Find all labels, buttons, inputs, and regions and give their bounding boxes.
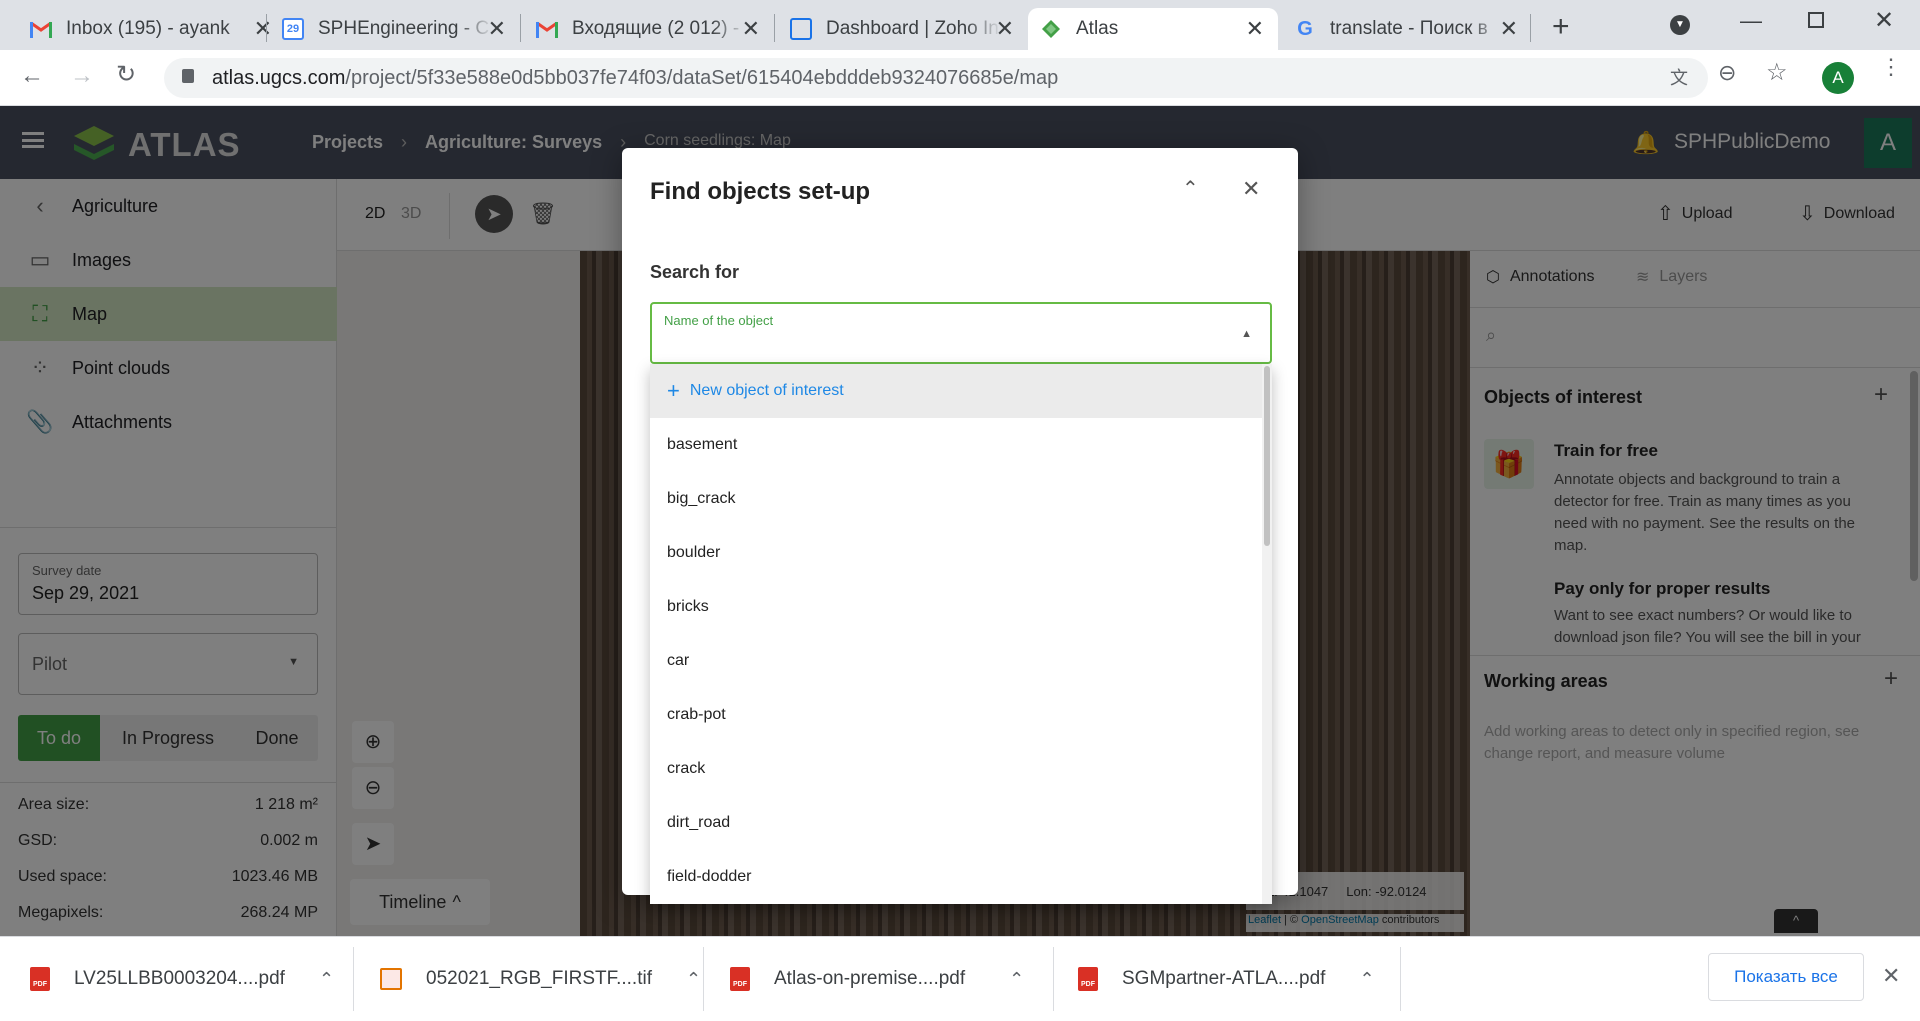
close-tab-icon[interactable]: ✕ — [1246, 16, 1264, 42]
image-file-icon — [380, 968, 402, 990]
pdf-file-icon: PDF — [30, 967, 50, 991]
downloads-shelf: PDF LV25LLBB0003204....pdf ⌃ 052021_RGB_FI… — [0, 936, 1920, 1020]
browser-tab[interactable]: Dashboard | Zoho In ✕ — [778, 8, 1028, 50]
chevron-up-icon[interactable]: ⌃ — [686, 969, 701, 990]
forward-icon[interactable]: → — [70, 62, 94, 90]
pdf-file-icon: PDF — [1078, 967, 1098, 991]
object-option[interactable]: field-dodder — [650, 850, 1262, 904]
download-item[interactable]: 052021_RGB_FIRSTF....tif ⌃ — [380, 937, 701, 1021]
bookmark-star-icon[interactable]: ☆ — [1766, 58, 1788, 87]
tab-search-icon[interactable]: ▼ — [1670, 15, 1690, 35]
gmail-icon — [30, 18, 52, 40]
restore-icon[interactable] — [1808, 12, 1824, 28]
menu-kebab-icon[interactable]: ⋮ — [1880, 56, 1902, 78]
atlas-icon — [1040, 18, 1062, 40]
object-option[interactable]: boulder — [650, 526, 1262, 580]
url-host: atlas.ugcs.com — [212, 66, 346, 89]
lock-icon — [182, 69, 194, 83]
search-for-label: Search for — [650, 262, 740, 282]
browser-tab[interactable]: 29 SPHEngineering - C ✕ — [270, 8, 520, 50]
pdf-file-icon: PDF — [730, 967, 750, 991]
calendar-icon: 29 — [282, 18, 304, 40]
dropdown-scrollbar-track — [1262, 364, 1272, 904]
browser-tab[interactable]: Входящие (2 012) - ✕ — [524, 8, 774, 50]
tab-title: Atlas — [1076, 18, 1119, 39]
object-name-label: Name of the object — [664, 313, 774, 328]
object-option[interactable]: bricks — [650, 580, 1262, 634]
url-path: /project/5f33e588e0d5bb037fe74f03/dataSe… — [345, 66, 1059, 89]
object-dropdown-menu: + New object of interest basement big_cra… — [650, 364, 1272, 904]
close-tab-icon[interactable]: ✕ — [996, 16, 1014, 42]
chevron-up-icon[interactable]: ⌃ — [1009, 969, 1024, 990]
collapse-chevron-icon[interactable]: ⌃ — [1182, 176, 1199, 201]
object-option[interactable]: big_crack — [650, 472, 1262, 526]
close-shelf-icon[interactable]: ✕ — [1882, 963, 1900, 989]
dropdown-scrollbar-thumb[interactable] — [1264, 366, 1270, 546]
close-icon[interactable]: ✕ — [1242, 176, 1260, 202]
show-all-downloads-button[interactable]: Показать все — [1708, 953, 1864, 1001]
new-tab-icon[interactable]: + — [1552, 10, 1570, 44]
object-option[interactable]: crack — [650, 742, 1262, 796]
zoho-icon — [790, 18, 812, 40]
object-name-select[interactable]: Name of the object ▲ — [650, 302, 1272, 364]
dropdown-up-arrow-icon: ▲ — [1241, 328, 1252, 340]
object-option[interactable]: basement — [650, 418, 1262, 472]
object-option[interactable]: crab-pot — [650, 688, 1262, 742]
reload-icon[interactable]: ↻ — [116, 60, 136, 89]
close-tab-icon[interactable]: ✕ — [1500, 16, 1518, 42]
browser-tab[interactable]: G translate - Поиск в ✕ — [1282, 8, 1532, 50]
minimize-icon[interactable]: — — [1740, 8, 1762, 34]
tab-title: translate - Поиск в — [1330, 18, 1488, 39]
browser-tab-active[interactable]: Atlas ✕ — [1028, 8, 1278, 50]
tab-title: Inbox (195) - ayank — [66, 18, 230, 39]
tab-title: SPHEngineering - C — [318, 18, 490, 39]
browser-tab[interactable]: Inbox (195) - ayank ✕ — [18, 8, 286, 50]
profile-avatar[interactable]: A — [1822, 62, 1854, 94]
url-field[interactable]: atlas.ugcs.com/project/5f33e588e0d5bb037… — [164, 58, 1708, 98]
download-item[interactable]: PDF LV25LLBB0003204....pdf ⌃ — [30, 937, 334, 1021]
plus-icon: + — [667, 378, 680, 403]
zoom-icon[interactable]: ⊖ — [1718, 60, 1736, 86]
back-icon[interactable]: ← — [20, 62, 44, 90]
tab-title: Входящие (2 012) - — [572, 18, 740, 39]
translate-icon[interactable]: 文 — [1670, 64, 1688, 90]
modal-title: Find objects set-up — [650, 178, 871, 205]
close-tab-icon[interactable]: ✕ — [742, 16, 760, 42]
chevron-up-icon[interactable]: ⌃ — [319, 969, 334, 990]
browser-tab-strip: Inbox (195) - ayank ✕ 29 SPHEngineering … — [0, 0, 1920, 50]
chevron-up-icon[interactable]: ⌃ — [1359, 969, 1374, 990]
object-option[interactable]: car — [650, 634, 1262, 688]
download-item[interactable]: PDF Atlas-on-premise....pdf ⌃ — [730, 937, 1024, 1021]
address-toolbar: ← → ↻ atlas.ugcs.com/project/5f33e588e0d… — [0, 50, 1920, 106]
close-window-icon[interactable]: ✕ — [1874, 6, 1894, 35]
download-item[interactable]: PDF SGMpartner-ATLA....pdf ⌃ — [1078, 937, 1375, 1021]
close-tab-icon[interactable]: ✕ — [488, 16, 506, 42]
google-icon: G — [1297, 17, 1313, 40]
gmail-icon — [536, 18, 558, 40]
object-option[interactable]: dirt_road — [650, 796, 1262, 850]
tab-title: Dashboard | Zoho In — [826, 18, 999, 39]
new-object-option[interactable]: + New object of interest — [650, 364, 1262, 418]
